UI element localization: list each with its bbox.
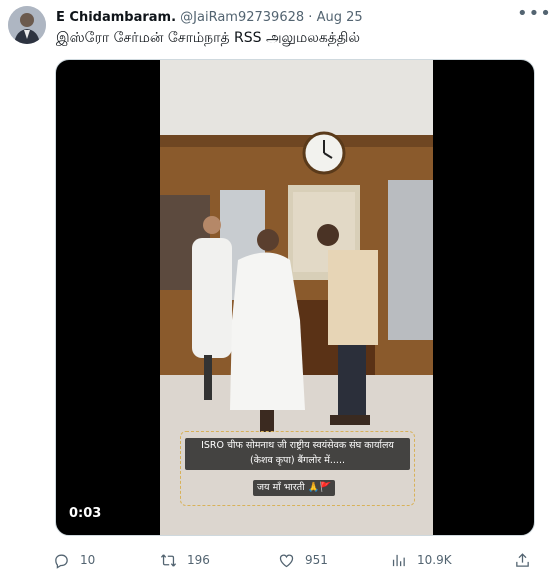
tweet-date[interactable]: Aug 25 — [317, 10, 363, 25]
tweet-header: E Chidambaram. @JaiRam92739628 · Aug 25 — [56, 9, 515, 27]
author-handle[interactable]: @JaiRam92739628 — [180, 10, 304, 25]
views-count: 10.9K — [417, 553, 452, 567]
retweet-icon — [160, 553, 177, 567]
video-frame: ISRO चीफ सोमनाथ जी राष्ट्रीय स्वयंसेवक स… — [160, 60, 433, 535]
video-caption-text: ISRO चीफ सोमनाथ जी राष्ट्रीय स्वयंसेवक स… — [185, 438, 410, 470]
video-caption-line-1: ISRO चीफ सोमनाथ जी राष्ट्रीय स्वयंसेवक स… — [201, 440, 394, 451]
avatar[interactable] — [8, 6, 46, 44]
video-caption-line-3: जय माँ भारती 🙏🚩 — [253, 480, 336, 496]
views-icon — [392, 554, 405, 566]
reply-count: 10 — [80, 553, 96, 567]
video-caption-box: ISRO चीफ सोमनाथ जी राष्ट्रीय स्वयंसेवक स… — [180, 431, 415, 506]
more-icon[interactable]: ••• — [517, 5, 551, 26]
share-icon — [516, 552, 529, 567]
tweet-text: இஸ்ரோ சேர்மன் சோம்நாத் RSS அலுமலகத்தில் — [56, 30, 361, 46]
like-icon — [279, 554, 294, 567]
share-button[interactable] — [514, 546, 541, 574]
views-button[interactable]: 10.9K — [390, 546, 452, 574]
video-caption-line-2: (केशव कृपा) बैंगलोर में..... — [249, 455, 345, 466]
reply-icon — [55, 554, 68, 569]
reply-button[interactable]: 10 — [53, 546, 95, 574]
video-timestamp: 0:03 — [69, 506, 102, 521]
tweet-actions: 10 196 951 10.9K — [50, 546, 540, 574]
tweet-card: E Chidambaram. @JaiRam92739628 · Aug 25 … — [0, 0, 555, 579]
like-button[interactable]: 951 — [278, 546, 328, 574]
retweet-button[interactable]: 196 — [160, 546, 210, 574]
retweet-count: 196 — [187, 553, 210, 567]
like-count: 951 — [305, 553, 328, 567]
header-separator: · — [308, 10, 313, 25]
author-name[interactable]: E Chidambaram. — [56, 10, 176, 25]
video-player[interactable]: ISRO चीफ सोमनाथ जी राष्ट्रीय स्वयंसेवक स… — [55, 59, 535, 536]
